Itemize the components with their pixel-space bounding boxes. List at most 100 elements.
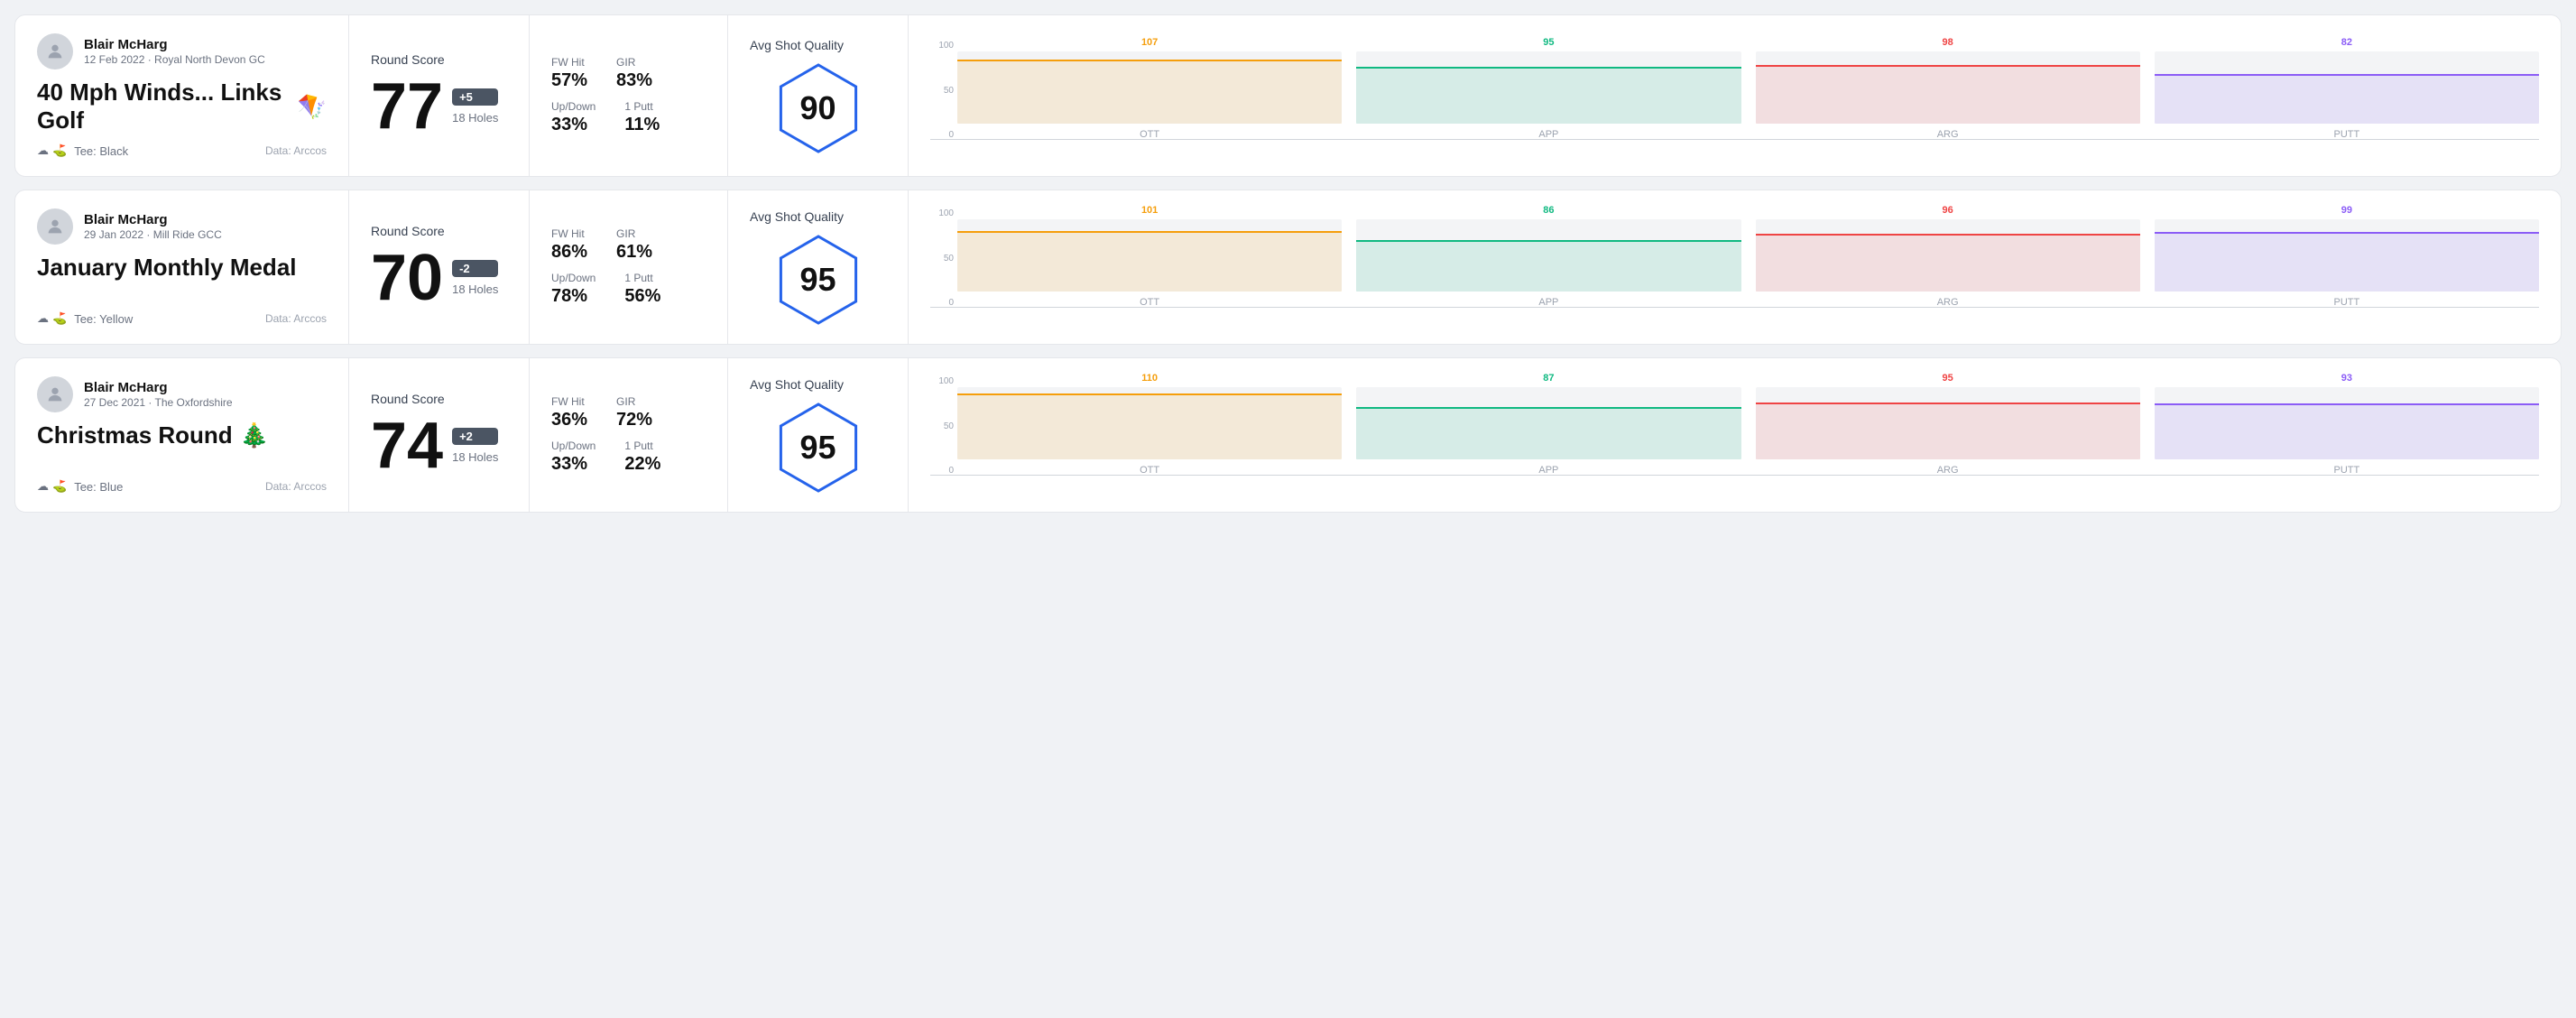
bar-wrapper [1356,387,1740,459]
fw-hit-value: 86% [551,242,587,263]
bar-fill [1756,234,2140,292]
updown-label: Up/Down [551,100,596,113]
bar-fill [2155,232,2539,292]
bar-fill [1356,240,1740,292]
stat-updown: Up/Down 78% [551,272,596,307]
bar-fill [1356,407,1740,459]
score-modifier-badge: +2 [452,428,498,445]
bar-wrapper [957,51,1342,124]
round-title: 40 Mph Winds... Links Golf 🪁 [37,79,327,134]
y-axis-labels: 100 50 0 [930,376,954,476]
chart-wrapper: 100 50 0 110 OTT 87 APP [930,376,2539,494]
flag-icon: ⛳ [52,311,67,326]
quality-label: Avg Shot Quality [750,209,844,224]
bar-fill [957,393,1342,459]
score-holes: 18 Holes [452,450,498,464]
chart-zero-line [930,307,2539,308]
card-stats: FW Hit 36% GIR 72% Up/Down 33% 1 Putt [530,358,728,512]
fw-hit-label: FW Hit [551,56,587,69]
bar-line [2155,403,2539,405]
bar-group-ott: 107 OTT [957,37,1342,140]
hexagon-container: 95 [773,403,863,493]
bar-value: 95 [1943,373,1953,384]
fw-hit-value: 36% [551,410,587,430]
fw-hit-value: 57% [551,70,587,91]
user-meta: 27 Dec 2021 · The Oxfordshire [84,396,233,409]
user-name: Blair McHarg [84,212,222,227]
user-name: Blair McHarg [84,380,233,395]
stat-one-putt: 1 Putt 56% [624,272,660,307]
data-source: Data: Arccos [265,144,327,157]
one-putt-value: 11% [624,115,660,135]
bar-group-putt: 93 PUTT [2155,373,2539,476]
score-badge-area: +2 18 Holes [452,428,498,464]
quality-score: 90 [799,89,836,127]
bar-fill [957,60,1342,124]
bar-group-putt: 99 PUTT [2155,205,2539,308]
score-modifier-badge: +5 [452,88,498,106]
tee-info: ☁ ⛳ Tee: Yellow [37,311,133,326]
round-title: Christmas Round 🎄 [37,421,327,449]
card-chart: 100 50 0 101 OTT 86 APP [909,190,2561,344]
one-putt-label: 1 Putt [624,100,660,113]
bar-fill [1756,403,2140,459]
stat-gir: GIR 61% [616,227,652,263]
score-number: 74 [371,413,443,478]
hexagon-container: 90 [773,63,863,153]
card-left: Blair McHarg 12 Feb 2022 · Royal North D… [15,15,349,176]
score-label: Round Score [371,52,507,67]
bar-line [1756,403,2140,404]
quality-label: Avg Shot Quality [750,38,844,52]
tee-label: Tee: Black [74,144,128,158]
tee-label: Tee: Blue [74,480,123,494]
user-row: Blair McHarg 29 Jan 2022 · Mill Ride GCC [37,208,327,245]
card-quality: Avg Shot Quality 90 [728,15,909,176]
bar-value: 101 [1141,205,1158,216]
card-chart: 100 50 0 110 OTT 87 APP [909,358,2561,512]
card-left: Blair McHarg 27 Dec 2021 · The Oxfordshi… [15,358,349,512]
data-source: Data: Arccos [265,312,327,325]
quality-label: Avg Shot Quality [750,377,844,392]
bar-wrapper [957,387,1342,459]
user-icon [45,217,65,236]
bar-value: 96 [1943,205,1953,216]
card-stats: FW Hit 57% GIR 83% Up/Down 33% 1 Putt [530,15,728,176]
score-main: 77 +5 18 Holes [371,74,507,139]
bar-group-arg: 95 ARG [1756,373,2140,476]
bar-value: 99 [2341,205,2352,216]
bar-wrapper [957,219,1342,292]
score-badge-area: -2 18 Holes [452,260,498,296]
stat-gir: GIR 83% [616,56,652,91]
bar-group-arg: 96 ARG [1756,205,2140,308]
bar-wrapper [2155,387,2539,459]
round-card-round-2: Blair McHarg 29 Jan 2022 · Mill Ride GCC… [14,190,2562,345]
updown-value: 78% [551,286,596,307]
bar-value: 95 [1543,37,1554,48]
card-chart: 100 50 0 107 OTT 95 APP [909,15,2561,176]
updown-value: 33% [551,454,596,475]
card-bottom: ☁ ⛳ Tee: Yellow Data: Arccos [37,311,327,326]
bar-value: 110 [1141,373,1158,384]
gir-value: 72% [616,410,652,430]
bar-group-putt: 82 PUTT [2155,37,2539,140]
stat-fw-hit: FW Hit 36% [551,395,587,430]
card-score: Round Score 77 +5 18 Holes [349,15,530,176]
bar-line [1356,407,1740,409]
bar-fill [957,231,1342,292]
round-card-round-1: Blair McHarg 12 Feb 2022 · Royal North D… [14,14,2562,177]
stats-row-1: FW Hit 36% GIR 72% [551,395,706,430]
bar-group-app: 95 APP [1356,37,1740,140]
bars-area: 107 OTT 95 APP 98 [957,41,2539,140]
user-meta: 12 Feb 2022 · Royal North Devon GC [84,53,265,66]
chart-wrapper: 100 50 0 101 OTT 86 APP [930,208,2539,326]
y-axis-labels: 100 50 0 [930,41,954,140]
chart-wrapper: 100 50 0 107 OTT 95 APP [930,41,2539,158]
score-main: 70 -2 18 Holes [371,245,507,310]
bar-value: 98 [1943,37,1953,48]
bar-wrapper [2155,219,2539,292]
bar-fill [2155,74,2539,124]
bar-wrapper [1756,387,2140,459]
score-holes: 18 Holes [452,282,498,296]
gir-label: GIR [616,395,652,408]
bar-fill [2155,403,2539,459]
